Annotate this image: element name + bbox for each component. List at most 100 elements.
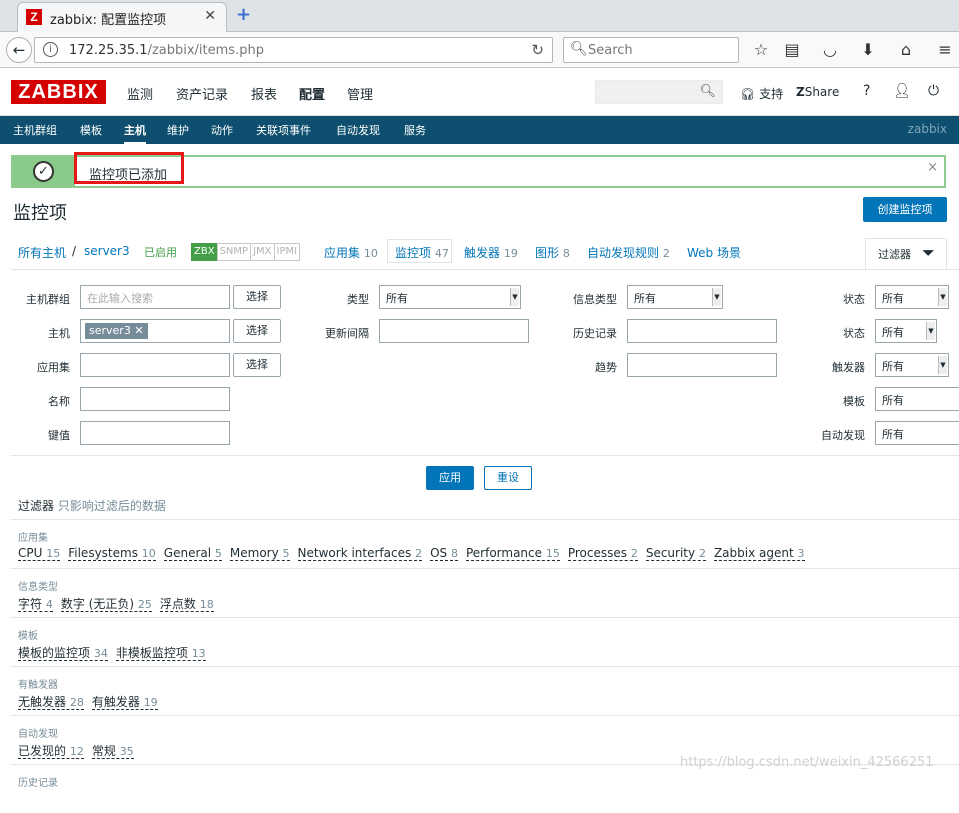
- history-input[interactable]: [627, 319, 777, 343]
- host-group-input[interactable]: 在此输入搜索: [80, 285, 230, 309]
- tab-graphs[interactable]: 图形 8: [535, 244, 570, 261]
- subfilter-label: 非模板监控项: [115, 646, 188, 660]
- apply-button[interactable]: 应用: [426, 466, 474, 490]
- subfilter-link[interactable]: 非模板监控项 13: [115, 646, 206, 661]
- subfilter-link[interactable]: Zabbix agent 3: [713, 546, 805, 561]
- download-icon[interactable]: ⬇: [858, 40, 878, 59]
- menu-hamburger-icon[interactable]: ≡: [935, 40, 955, 59]
- subfilter-link[interactable]: Network interfaces 2: [297, 546, 423, 561]
- tab-web-scenarios[interactable]: Web 场景: [687, 244, 741, 261]
- menu-reports[interactable]: 报表: [251, 84, 277, 103]
- tab-close-icon[interactable]: ✕: [204, 8, 216, 24]
- logout-power-icon[interactable]: ⏻: [928, 83, 939, 99]
- all-hosts-link[interactable]: 所有主机: [18, 244, 66, 261]
- create-item-button[interactable]: 创建监控项: [863, 197, 947, 222]
- reload-icon[interactable]: ↻: [531, 41, 544, 59]
- trends-input[interactable]: [627, 353, 777, 377]
- host-enabled-status[interactable]: 已启用: [144, 244, 177, 260]
- subfilter-link[interactable]: Security 2: [645, 546, 706, 561]
- menu-administration[interactable]: 管理: [347, 84, 373, 103]
- discovery-select[interactable]: 所有: [875, 421, 959, 445]
- subfilter-link[interactable]: OS 8: [430, 546, 458, 561]
- submenu-host-groups[interactable]: 主机群组: [13, 122, 57, 138]
- info-icon[interactable]: i: [43, 42, 58, 57]
- tab-count: 8: [562, 247, 570, 260]
- application-input[interactable]: [80, 353, 230, 377]
- tab-applications[interactable]: 应用集 10: [324, 244, 378, 261]
- zabbix-logo[interactable]: ZABBIX: [11, 80, 106, 104]
- status-select[interactable]: 所有 ▼: [875, 319, 937, 343]
- search-icon[interactable]: 🔍︎: [699, 84, 716, 99]
- pocket-icon[interactable]: ◡: [820, 40, 840, 59]
- back-arrow-icon[interactable]: ←: [6, 37, 32, 63]
- subfilter-link[interactable]: 无触发器 28: [18, 695, 84, 710]
- host-group-select-button[interactable]: 选择: [233, 285, 281, 309]
- subfilter-link[interactable]: 已发现的 12: [18, 744, 84, 759]
- help-icon[interactable]: ?: [863, 83, 870, 99]
- host-link[interactable]: server3: [84, 244, 130, 258]
- host-select-button[interactable]: 选择: [233, 319, 281, 343]
- filter-panel: 主机群组 在此输入搜索 选择 主机 server3 ✕ 选择 应用集 选择 名称…: [11, 269, 959, 455]
- reading-list-icon[interactable]: ▤: [782, 40, 802, 59]
- browser-tab[interactable]: Z zabbix: 配置监控项 ✕: [17, 2, 227, 32]
- subfilter-link[interactable]: CPU 15: [18, 546, 61, 561]
- tab-discovery-rules[interactable]: 自动发现规则 2: [587, 244, 670, 261]
- support-label: 支持: [759, 87, 784, 101]
- host-input[interactable]: server3 ✕: [80, 319, 230, 343]
- url-bar[interactable]: i 172.25.35.1/zabbix/items.php ↻: [34, 37, 553, 63]
- triggers-select-value: 所有: [882, 360, 904, 373]
- home-icon[interactable]: ⌂: [896, 40, 916, 59]
- new-tab-icon[interactable]: +: [236, 4, 251, 25]
- subfilter-link[interactable]: General 5: [163, 546, 222, 561]
- subfilter-count: 5: [282, 547, 290, 560]
- template-select[interactable]: 所有: [875, 387, 959, 411]
- filter-tab[interactable]: 过滤器 ⏷: [865, 238, 947, 270]
- bookmark-star-icon[interactable]: ☆: [751, 40, 771, 59]
- subfilter-link[interactable]: 浮点数 18: [159, 597, 214, 612]
- tab-label: 应用集: [324, 246, 361, 260]
- submenu-maintenance[interactable]: 维护: [167, 122, 189, 138]
- tab-triggers[interactable]: 触发器 19: [464, 244, 518, 261]
- menu-configuration[interactable]: 配置: [299, 84, 325, 103]
- browser-search-input[interactable]: 🔍︎ Search: [563, 37, 739, 63]
- subfilter-link[interactable]: 有触发器 19: [91, 695, 158, 710]
- subfilter-link[interactable]: 常规 35: [91, 744, 134, 759]
- subfilter-link[interactable]: Processes 2: [567, 546, 638, 561]
- state-select[interactable]: 所有 ▼: [875, 285, 949, 309]
- subfilter-title: 自动发现: [18, 729, 58, 740]
- reset-button[interactable]: 重设: [484, 466, 532, 490]
- template-label: 模板: [843, 395, 865, 408]
- submenu-templates[interactable]: 模板: [80, 122, 102, 138]
- application-select-button[interactable]: 选择: [233, 353, 281, 377]
- triggers-select[interactable]: 所有 ▼: [875, 353, 949, 377]
- submenu-correlation[interactable]: 关联项事件: [256, 122, 311, 138]
- key-input[interactable]: [80, 421, 230, 445]
- share-link[interactable]: ZShare: [796, 85, 839, 99]
- info-type-select-value: 所有: [634, 292, 656, 305]
- support-link[interactable]: 🎧︎ 支持: [740, 85, 783, 102]
- menu-monitoring[interactable]: 监测: [127, 84, 153, 103]
- menu-inventory[interactable]: 资产记录: [176, 84, 228, 103]
- update-interval-input[interactable]: [379, 319, 529, 343]
- zabbix-search-input[interactable]: 🔍︎: [595, 80, 723, 104]
- subfilter-link[interactable]: 字符 4: [18, 597, 53, 612]
- tag-remove-icon[interactable]: ✕: [134, 324, 143, 337]
- subfilter-link[interactable]: Filesystems 10: [68, 546, 156, 561]
- subfilter-link[interactable]: 模板的监控项 34: [18, 646, 108, 661]
- type-select[interactable]: 所有 ▼: [379, 285, 521, 309]
- status-label: 状态: [843, 327, 865, 340]
- message-close-icon[interactable]: ×: [927, 160, 938, 175]
- tab-items[interactable]: 监控项 47: [395, 244, 449, 261]
- submenu-actions[interactable]: 动作: [211, 122, 233, 138]
- info-type-select[interactable]: 所有 ▼: [627, 285, 723, 309]
- name-input[interactable]: [80, 387, 230, 411]
- subfilter-link[interactable]: Memory 5: [229, 546, 290, 561]
- submenu-services[interactable]: 服务: [404, 122, 426, 138]
- subfilter-link[interactable]: Performance 15: [465, 546, 560, 561]
- subfilter-label: 字符: [18, 597, 43, 611]
- user-profile-icon[interactable]: 👤︎: [893, 83, 911, 99]
- submenu-discovery[interactable]: 自动发现: [336, 122, 380, 138]
- subfilter-link[interactable]: 数字 (无正负) 25: [60, 597, 152, 612]
- triggers-label: 触发器: [832, 361, 865, 374]
- submenu-hosts[interactable]: 主机: [124, 122, 146, 144]
